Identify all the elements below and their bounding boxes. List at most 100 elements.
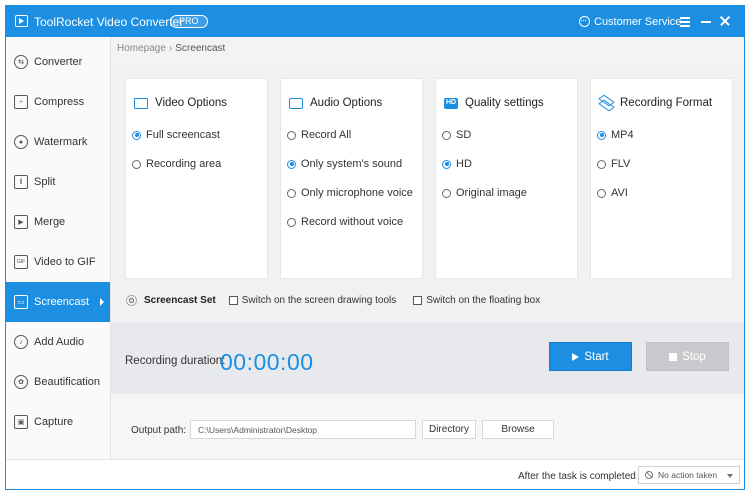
menu-icon[interactable] bbox=[678, 14, 692, 28]
video-options-panel: Video Options Full screencast Recording … bbox=[125, 78, 268, 279]
sidebar-item-watermark[interactable]: ● Watermark bbox=[6, 122, 110, 162]
sidebar-item-label: Beautification bbox=[34, 376, 101, 388]
sidebar-item-beautification[interactable]: ✿ Beautification bbox=[6, 362, 110, 402]
breadcrumb-home[interactable]: Homepage bbox=[117, 43, 166, 54]
gear-icon bbox=[126, 295, 137, 306]
pro-badge: PRO bbox=[170, 15, 208, 28]
audio-options-icon bbox=[289, 97, 303, 109]
minimize-icon[interactable] bbox=[699, 14, 713, 28]
browse-button[interactable]: Browse bbox=[482, 420, 554, 439]
sidebar-item-label: Screencast bbox=[34, 296, 90, 308]
radio-hd[interactable]: HD bbox=[442, 158, 472, 170]
radio-full-screencast[interactable]: Full screencast bbox=[132, 129, 220, 141]
title-bar: ToolRocket Video Converter PRO Customer … bbox=[6, 6, 744, 37]
radio-unselected-icon bbox=[287, 217, 296, 227]
panel-header: Recording Format bbox=[599, 97, 712, 109]
sidebar-item-converter[interactable]: ⇆ Converter bbox=[6, 42, 110, 82]
radio-record-all[interactable]: Record All bbox=[287, 129, 351, 141]
video-options-icon bbox=[134, 97, 148, 109]
radio-avi[interactable]: AVI bbox=[597, 187, 628, 199]
breadcrumb-current: Screencast bbox=[175, 43, 226, 54]
radio-label: Record without voice bbox=[301, 216, 404, 228]
customer-service-label: Customer Service bbox=[594, 15, 682, 28]
sidebar-item-capture[interactable]: ▣ Capture bbox=[6, 402, 110, 442]
sidebar-item-split[interactable]: ‖ Split bbox=[6, 162, 110, 202]
radio-label: Original image bbox=[456, 187, 527, 199]
radio-label: FLV bbox=[611, 158, 631, 170]
after-task-value: No action taken bbox=[658, 470, 718, 480]
radio-selected-icon bbox=[597, 130, 606, 140]
directory-button[interactable]: Directory bbox=[422, 420, 476, 439]
status-bar: After the task is completed No action ta… bbox=[6, 459, 744, 489]
after-task-label: After the task is completed bbox=[518, 471, 636, 482]
radio-original-image[interactable]: Original image bbox=[442, 187, 527, 199]
sidebar-item-label: Add Audio bbox=[34, 336, 85, 348]
sidebar-item-label: Video to GIF bbox=[34, 256, 96, 268]
radio-label: Record All bbox=[301, 129, 352, 141]
start-button[interactable]: Start bbox=[549, 342, 632, 371]
merge-icon: ▶ bbox=[14, 215, 28, 229]
customer-service-button[interactable]: Customer Service bbox=[579, 13, 681, 30]
sidebar-item-add-audio[interactable]: ♪ Add Audio bbox=[6, 322, 110, 362]
radio-selected-icon bbox=[442, 159, 451, 169]
panel-title: Recording Format bbox=[620, 97, 713, 109]
panel-title: Quality settings bbox=[465, 97, 544, 109]
screencast-icon: ▭ bbox=[14, 295, 28, 309]
radio-mp4[interactable]: MP4 bbox=[597, 129, 634, 141]
chevron-down-icon bbox=[727, 474, 733, 478]
radio-record-without-voice[interactable]: Record without voice bbox=[287, 216, 403, 228]
recording-duration-value: 00:00:00 bbox=[220, 349, 314, 375]
recording-bar: Recording duration: 00:00:00 Start Stop bbox=[111, 322, 744, 394]
sidebar-item-screencast[interactable]: ▭ Screencast bbox=[6, 282, 110, 322]
radio-only-microphone[interactable]: Only microphone voice bbox=[287, 187, 413, 199]
radio-unselected-icon bbox=[132, 159, 141, 169]
sidebar-item-merge[interactable]: ▶ Merge bbox=[6, 202, 110, 242]
recording-duration-label: Recording duration: bbox=[125, 355, 226, 367]
radio-unselected-icon bbox=[442, 188, 451, 198]
radio-label: Only microphone voice bbox=[301, 187, 413, 199]
app-logo-icon bbox=[15, 15, 28, 27]
radio-label: Only system's sound bbox=[301, 158, 403, 170]
converter-icon: ⇆ bbox=[14, 55, 28, 69]
radio-label: Full screencast bbox=[146, 129, 220, 141]
radio-selected-icon bbox=[132, 130, 141, 140]
radio-flv[interactable]: FLV bbox=[597, 158, 630, 170]
layers-icon bbox=[599, 98, 613, 109]
drawing-tools-checkbox[interactable]: Switch on the screen drawing tools bbox=[228, 295, 397, 306]
customer-service-icon bbox=[579, 16, 590, 27]
radio-label: HD bbox=[456, 158, 472, 170]
output-path-label: Output path: bbox=[131, 425, 187, 436]
stop-icon bbox=[669, 352, 678, 361]
stop-button[interactable]: Stop bbox=[646, 342, 729, 371]
panel-title: Audio Options bbox=[310, 97, 383, 109]
radio-unselected-icon bbox=[287, 130, 296, 140]
breadcrumb: Homepage › Screencast bbox=[117, 43, 225, 54]
sidebar: ⇆ Converter ÷ Compress ● Watermark ‖ Spl… bbox=[6, 37, 111, 489]
radio-recording-area[interactable]: Recording area bbox=[132, 158, 221, 170]
output-path-input[interactable] bbox=[190, 420, 416, 439]
radio-only-system-sound[interactable]: Only system's sound bbox=[287, 158, 402, 170]
screencast-set-row: Screencast Set Switch on the screen draw… bbox=[126, 295, 550, 306]
close-icon[interactable] bbox=[718, 14, 732, 28]
app-window: ToolRocket Video Converter PRO Customer … bbox=[5, 5, 745, 490]
panel-header: Video Options bbox=[134, 97, 227, 109]
sidebar-item-label: Merge bbox=[34, 216, 66, 228]
panel-title: Video Options bbox=[155, 97, 228, 109]
panel-header: Audio Options bbox=[289, 97, 382, 109]
beautification-icon: ✿ bbox=[14, 375, 28, 389]
floating-box-checkbox[interactable]: Switch on the floating box bbox=[413, 295, 540, 306]
play-icon bbox=[572, 352, 580, 361]
breadcrumb-separator: › bbox=[168, 43, 173, 54]
start-label: Start bbox=[584, 350, 609, 363]
sidebar-item-compress[interactable]: ÷ Compress bbox=[6, 82, 110, 122]
app-title: ToolRocket Video Converter bbox=[34, 15, 184, 29]
radio-sd[interactable]: SD bbox=[442, 129, 471, 141]
checkbox-label: Switch on the screen drawing tools bbox=[241, 295, 397, 306]
split-icon: ‖ bbox=[14, 175, 28, 189]
panel-header: HD Quality settings bbox=[444, 97, 544, 109]
sidebar-item-video-to-gif[interactable]: GIF Video to GIF bbox=[6, 242, 110, 282]
radio-label: MP4 bbox=[611, 129, 634, 141]
after-task-select[interactable]: No action taken bbox=[638, 466, 740, 484]
recording-format-panel: Recording Format MP4 FLV AVI bbox=[590, 78, 733, 279]
checkbox-icon bbox=[228, 296, 238, 305]
